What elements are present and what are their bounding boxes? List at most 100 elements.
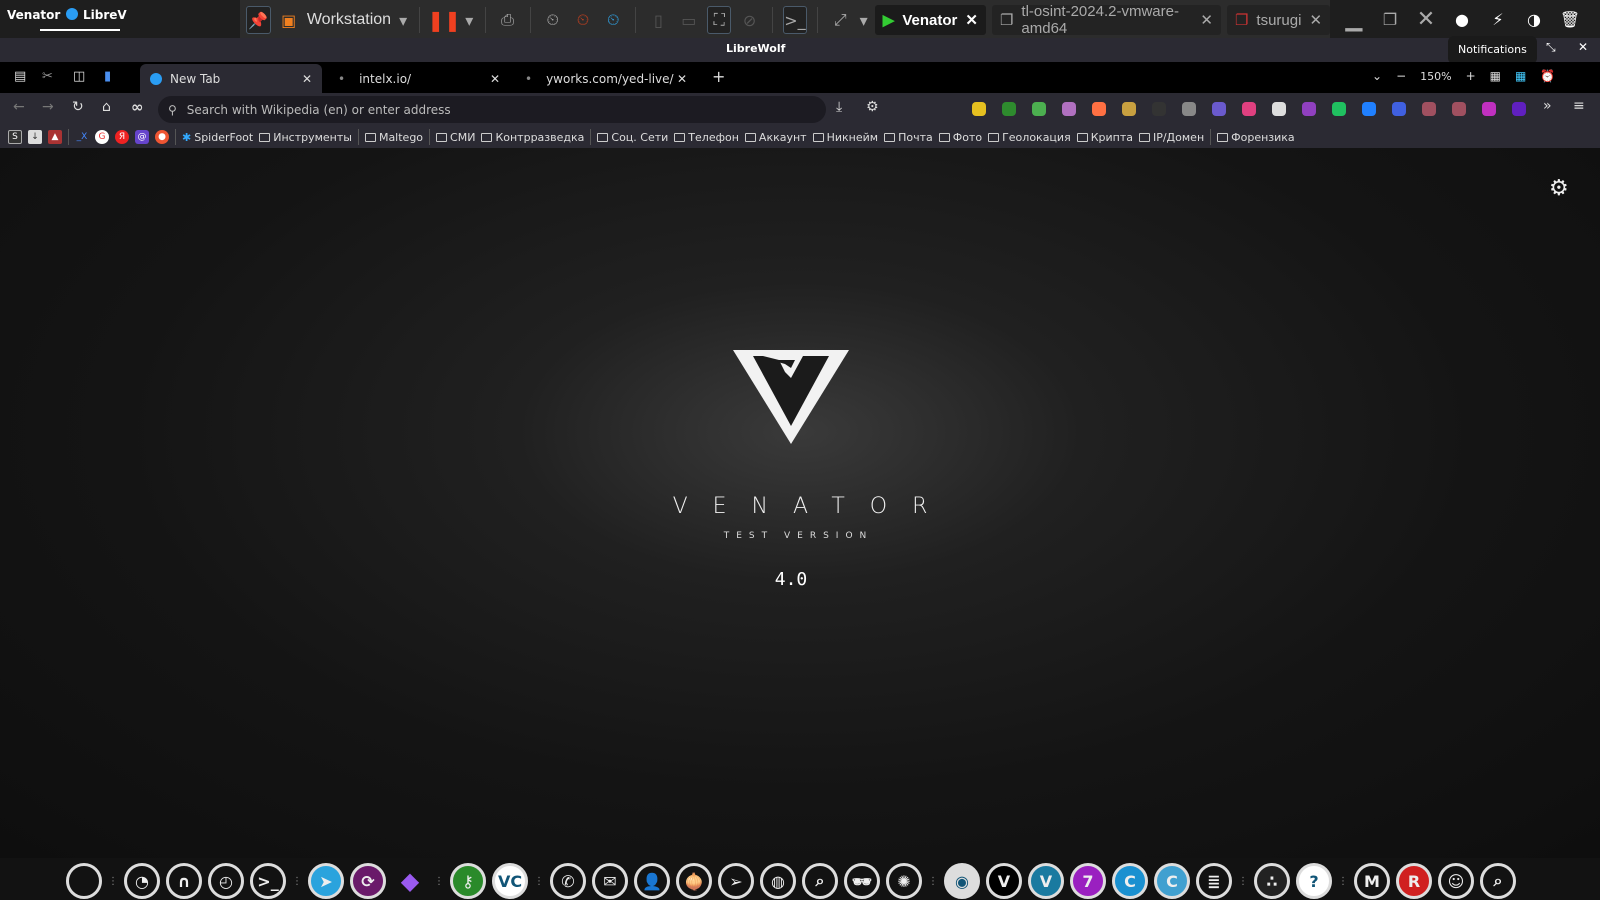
home-button[interactable]: ⌂ xyxy=(102,99,111,115)
console-icon[interactable]: >_ xyxy=(782,6,808,34)
veracrypt-icon[interactable]: VC xyxy=(492,863,528,899)
yandex-icon[interactable]: Я xyxy=(115,130,129,144)
bookmark-icon-doc[interactable]: ↓ xyxy=(28,130,42,144)
address-bar[interactable]: ⚲ Search with Wikipedia (en) or enter ad… xyxy=(158,96,826,123)
bookmark-folder[interactable]: Крипта xyxy=(1076,131,1133,144)
tor-icon[interactable]: 🧅 xyxy=(676,863,712,899)
close-tab-icon[interactable]: ✕ xyxy=(302,72,312,86)
clock-icon[interactable]: ◔ xyxy=(124,863,160,899)
bookmark-icon-fox[interactable]: ▲ xyxy=(48,130,62,144)
close-icon[interactable]: ✕ xyxy=(965,11,978,29)
globe-icon[interactable]: ◍ xyxy=(760,863,796,899)
close-tab-icon[interactable]: ✕ xyxy=(677,72,687,86)
product-menu[interactable]: Workstation xyxy=(307,11,391,29)
extension-icon-3[interactable] xyxy=(1032,102,1046,116)
menu-icon[interactable]: ≡ xyxy=(1573,98,1585,114)
extension-icon-1[interactable] xyxy=(972,102,986,116)
revert-snapshot-icon[interactable]: ⏲ xyxy=(571,6,595,34)
extension-icon-17[interactable] xyxy=(1452,102,1466,116)
bookmark-folder[interactable]: IP/Домен xyxy=(1138,131,1204,144)
speedometer-icon[interactable]: ◴ xyxy=(208,863,244,899)
chevron-down-icon[interactable]: ▾ xyxy=(397,6,409,34)
extension-icon-6[interactable] xyxy=(1122,102,1136,116)
telegram-icon[interactable]: ➤ xyxy=(308,863,344,899)
bookmark-folder[interactable]: Почта xyxy=(884,131,933,144)
redhat-icon[interactable]: R xyxy=(1396,863,1432,899)
extension-icon-4[interactable] xyxy=(1062,102,1076,116)
sidebar-icon[interactable]: ▤ xyxy=(14,69,26,84)
image-search-icon[interactable]: ⌕ xyxy=(802,863,838,899)
thumbnail-view-icon[interactable]: ▭ xyxy=(677,6,701,34)
bookmark-folder[interactable]: Фото xyxy=(938,131,982,144)
bookmark-icon-x[interactable]: _X xyxy=(75,130,89,144)
extension-icon-2[interactable] xyxy=(1002,102,1016,116)
reader-icon[interactable]: ◫ xyxy=(73,69,85,84)
snapshot-icon[interactable]: ⏲ xyxy=(541,6,565,34)
timer-icon[interactable]: ⏰ xyxy=(1540,69,1555,83)
tab-yworks[interactable]: • yworks.com/yed-live/ ✕ xyxy=(515,64,697,93)
pin-icon[interactable]: 📌 xyxy=(246,6,271,34)
duckduckgo-icon[interactable]: ● xyxy=(155,130,169,144)
trash-icon[interactable]: 🗑 xyxy=(1556,5,1584,33)
bookmark-folder[interactable]: Телефон xyxy=(674,131,739,144)
close-icon[interactable]: ✕ xyxy=(1200,11,1213,29)
extension-icon-18[interactable] xyxy=(1482,102,1496,116)
keepass-icon[interactable]: ⚷ xyxy=(450,863,486,899)
portrait-icon[interactable]: ☺ xyxy=(1438,863,1474,899)
detective-icon[interactable]: ? xyxy=(1296,863,1332,899)
pause-icon[interactable]: ❚❚ xyxy=(427,6,461,34)
grid-icon[interactable]: ▦ xyxy=(1490,69,1501,83)
unity-icon[interactable]: ⊘ xyxy=(737,6,761,34)
c-scroll-icon[interactable]: C xyxy=(1154,863,1190,899)
downloads-icon[interactable]: ⤓ xyxy=(836,99,842,115)
database-icon[interactable]: ≣ xyxy=(1196,863,1232,899)
back-button[interactable]: ← xyxy=(13,99,25,115)
notifications-bell-icon[interactable]: ● xyxy=(1448,5,1476,33)
zoom-out-button[interactable]: − xyxy=(1396,69,1406,83)
graph-icon[interactable]: ∩ xyxy=(166,863,202,899)
bookmark-folder[interactable]: Контрразведка xyxy=(481,131,584,144)
user-icon[interactable]: 👤 xyxy=(634,863,670,899)
minimize-icon[interactable]: ▁ xyxy=(1340,5,1368,33)
librewolf-taskbar-item[interactable]: LibreV xyxy=(83,8,127,22)
extension-icon-19[interactable] xyxy=(1512,102,1526,116)
bookmark-folder[interactable]: Никнейм xyxy=(812,131,878,144)
bookmark-folder[interactable]: Инструменты xyxy=(259,131,352,144)
settings-icon[interactable]: ⚙ xyxy=(866,99,879,115)
close-icon[interactable]: ✕ xyxy=(1309,11,1322,29)
close-window-icon[interactable]: ✕ xyxy=(1578,40,1588,54)
theme-toggle-icon[interactable]: ◑ xyxy=(1520,5,1548,33)
sidebar-view-icon[interactable]: ▯ xyxy=(646,6,670,34)
bookmark-folder[interactable]: Соц. Сети xyxy=(597,131,668,144)
bookmark-icon-s[interactable]: S xyxy=(8,130,22,144)
bookmark-folder[interactable]: СМИ xyxy=(436,131,475,144)
extension-icon-9[interactable] xyxy=(1212,102,1226,116)
close-tab-icon[interactable]: ✕ xyxy=(490,72,500,86)
google-icon[interactable]: G xyxy=(95,130,109,144)
venator-blue-icon[interactable]: V xyxy=(1028,863,1064,899)
extension-icon-15[interactable] xyxy=(1392,102,1406,116)
shrink-icon[interactable]: ⤡ xyxy=(1546,40,1556,55)
extension-icon-7[interactable] xyxy=(1152,102,1166,116)
send-icon[interactable]: ➢ xyxy=(718,863,754,899)
mail-icon[interactable]: ✉ xyxy=(592,863,628,899)
container-icon[interactable]: ▦ xyxy=(1515,69,1526,83)
stretch-icon[interactable]: ⤢ xyxy=(828,6,852,34)
send-keys-icon[interactable]: ⎙ xyxy=(495,6,519,34)
zoom-in-button[interactable]: + xyxy=(1466,69,1476,83)
extension-icon-10[interactable] xyxy=(1242,102,1256,116)
mail-at-icon[interactable]: @ xyxy=(135,130,149,144)
restore-icon[interactable]: ❐ xyxy=(1376,5,1404,33)
maltego-icon[interactable]: M xyxy=(1354,863,1390,899)
reload-button[interactable]: ↻ xyxy=(72,99,84,115)
extension-icon-11[interactable] xyxy=(1272,102,1286,116)
obsidian-icon[interactable]: ◆ xyxy=(392,863,428,899)
neural-icon[interactable]: ✺ xyxy=(886,863,922,899)
close-icon[interactable]: ✕ xyxy=(1412,5,1440,33)
fullscreen-icon[interactable]: ⛶ xyxy=(706,6,732,34)
tab-new-tab[interactable]: New Tab ✕ xyxy=(140,64,322,93)
extension-icon[interactable]: ▮ xyxy=(104,69,111,84)
forward-button[interactable]: → xyxy=(42,99,54,115)
settings-gear-icon[interactable]: ⚙ xyxy=(1549,176,1569,201)
extension-icon-5[interactable] xyxy=(1092,102,1106,116)
